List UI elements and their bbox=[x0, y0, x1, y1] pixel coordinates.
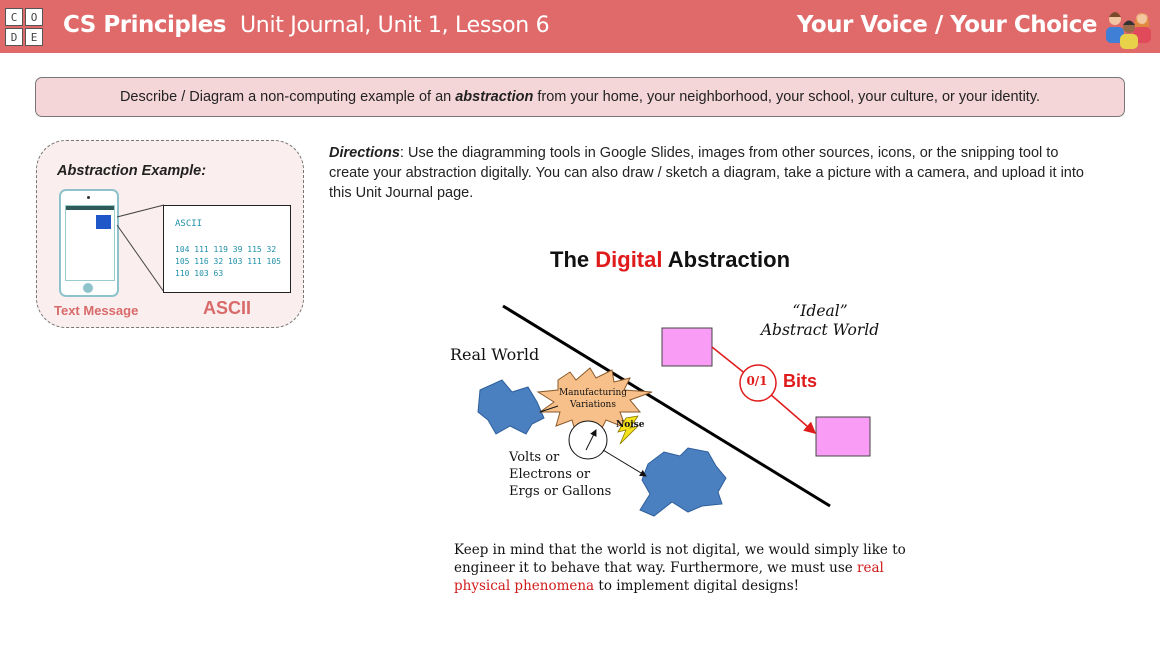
prompt-text-after: from your home, your neighborhood, your … bbox=[537, 89, 1041, 105]
ascii-caption: ASCII bbox=[203, 298, 252, 318]
directions-body: : Use the diagramming tools in Google Sl… bbox=[329, 145, 1084, 201]
real-world-label: Real World bbox=[450, 345, 540, 364]
manufacturing-label: Manufacturing Variations bbox=[558, 388, 628, 410]
physical-quantities-label: Volts or Electrons or Ergs or Gallons bbox=[509, 449, 611, 500]
diagram-note: Keep in mind that the world is not digit… bbox=[454, 541, 924, 595]
ascii-heading: ASCII bbox=[175, 219, 203, 229]
diagram-title: The Digital Abstraction bbox=[550, 247, 790, 273]
prompt-banner: Describe / Diagram a non-computing examp… bbox=[35, 77, 1125, 117]
note-part-1: Keep in mind that the world is not digit… bbox=[454, 542, 906, 576]
real-blob-left bbox=[477, 379, 545, 435]
header-bar: C O D E CS Principles Unit Journal, Unit… bbox=[0, 0, 1160, 53]
title-suffix: Abstraction bbox=[667, 247, 791, 272]
note-part-2: to implement digital designs! bbox=[598, 578, 800, 594]
phone-camera bbox=[87, 196, 90, 199]
ideal-world-label: “Ideal” Abstract World bbox=[740, 302, 900, 340]
unit-lesson-title: Unit Journal, Unit 1, Lesson 6 bbox=[240, 13, 550, 38]
directions-label: Directions bbox=[329, 145, 400, 161]
phone-status-bar bbox=[66, 206, 114, 210]
ascii-box: ASCII 104 111 119 39 115 32 105 116 32 1… bbox=[163, 205, 291, 293]
directions-text: Directions: Use the diagramming tools in… bbox=[329, 143, 1089, 203]
people-group-icon bbox=[1106, 12, 1151, 49]
real-blob-right bbox=[639, 447, 727, 517]
digital-abstraction-diagram: The Digital Abstraction Real World “Idea… bbox=[440, 240, 910, 525]
ideal-line-2: Abstract World bbox=[760, 321, 880, 339]
title-prefix: The bbox=[550, 247, 590, 272]
voice-choice-title: Your Voice / Your Choice bbox=[796, 12, 1098, 38]
course-title: CS Principles bbox=[63, 12, 227, 38]
code-org-logo: C O D E bbox=[5, 8, 43, 46]
volts-line-1: Volts or bbox=[509, 450, 560, 465]
example-title: Abstraction Example: bbox=[57, 163, 207, 179]
volts-line-3: Ergs or Gallons bbox=[509, 484, 612, 499]
prompt-emphasis: abstraction bbox=[455, 89, 534, 105]
phone-screen bbox=[65, 205, 115, 281]
ideal-line-1: “Ideal” bbox=[792, 302, 848, 320]
text-message-bubble bbox=[96, 215, 111, 229]
phone-home-button bbox=[83, 283, 93, 293]
logo-letter: D bbox=[5, 28, 23, 46]
bits-arrow-b bbox=[769, 393, 817, 434]
bits-label: Bits bbox=[783, 371, 818, 391]
text-message-caption: Text Message bbox=[54, 303, 139, 318]
logo-letter: E bbox=[25, 28, 43, 46]
zero-one-label: 0/1 bbox=[746, 374, 768, 388]
logo-letter: O bbox=[25, 8, 43, 26]
smartphone-icon bbox=[59, 189, 119, 297]
noise-label: Noise bbox=[616, 420, 645, 430]
ascii-codes: 104 111 119 39 115 32 105 116 32 103 111… bbox=[175, 245, 281, 278]
prompt-text-before: Describe / Diagram a non-computing examp… bbox=[119, 89, 452, 105]
logo-letter: C bbox=[5, 8, 23, 26]
ideal-box-top bbox=[661, 327, 713, 367]
abstraction-example-card: Abstraction Example: ASCII 104 111 119 3… bbox=[36, 140, 304, 328]
ideal-box-bottom bbox=[815, 416, 871, 457]
title-highlight: Digital bbox=[595, 247, 663, 272]
volts-line-2: Electrons or bbox=[509, 467, 591, 482]
bits-arrow-a bbox=[711, 346, 748, 376]
